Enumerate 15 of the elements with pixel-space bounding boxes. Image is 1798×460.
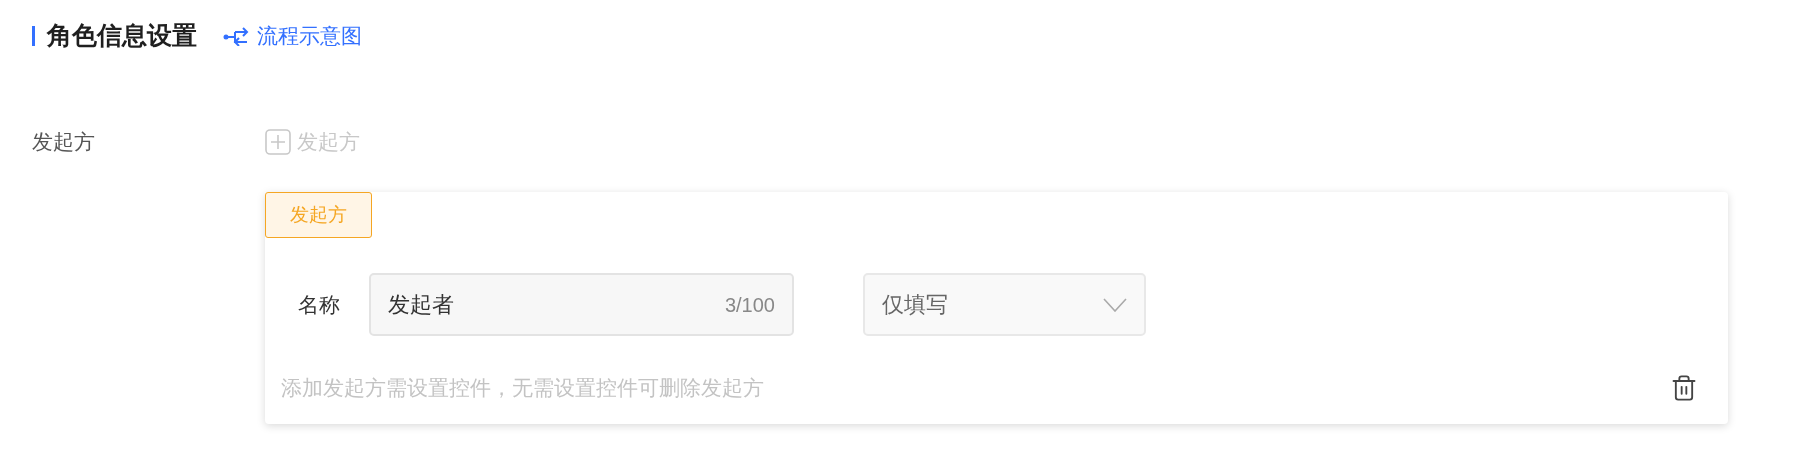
permission-select[interactable]: 仅填写: [863, 273, 1146, 336]
name-input[interactable]: 发起者 3/100: [369, 273, 794, 336]
title-accent-bar: [32, 26, 35, 46]
flow-diagram-link[interactable]: 流程示意图: [223, 20, 362, 52]
flow-icon: [223, 26, 251, 46]
plus-icon: [265, 129, 291, 155]
character-counter: 3/100: [724, 292, 775, 318]
name-value: 发起者: [388, 291, 454, 319]
delete-icon[interactable]: [1670, 373, 1698, 402]
initiator-tag: 发起方: [265, 192, 372, 238]
chevron-down-icon: [1103, 297, 1127, 312]
name-label: 名称: [298, 291, 341, 318]
field-label: 发起方: [32, 129, 96, 155]
section-title: 角色信息设置: [47, 20, 197, 52]
hint-text: 添加发起方需设置控件，无需设置控件可删除发起方: [281, 375, 764, 401]
